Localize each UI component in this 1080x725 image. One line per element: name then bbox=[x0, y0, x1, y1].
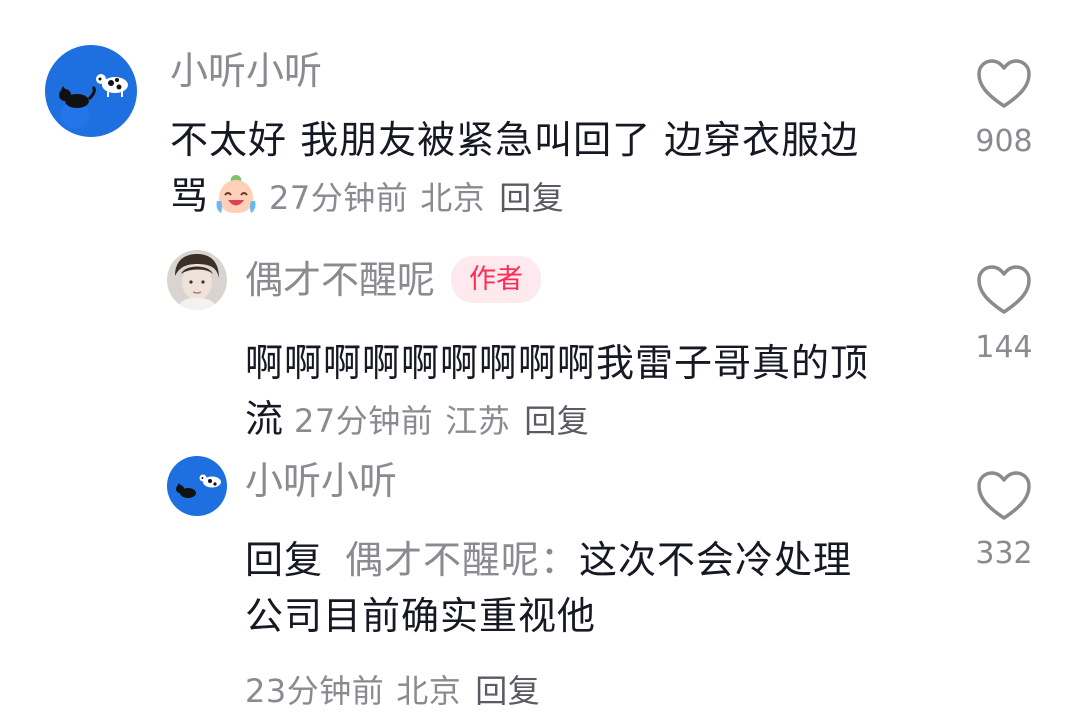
like-count: 908 bbox=[975, 124, 1033, 159]
comment-text: 回复 偶才不醒呢：这次不会冷处理 公司目前确实重视他 bbox=[245, 538, 853, 638]
reply-button[interactable]: 回复 bbox=[475, 672, 540, 710]
avatar-cat-cow-image bbox=[167, 456, 227, 516]
avatar[interactable] bbox=[167, 456, 227, 516]
reply-target-username[interactable]: 偶才不醒呢： bbox=[345, 538, 579, 582]
author-badge: 作者 bbox=[451, 256, 542, 303]
like-count: 332 bbox=[975, 536, 1033, 571]
like-button[interactable]: 332 bbox=[974, 470, 1034, 571]
like-count: 144 bbox=[975, 330, 1033, 365]
like-button[interactable]: 144 bbox=[974, 264, 1034, 365]
comment-username[interactable]: 偶才不醒呢 作者 bbox=[245, 256, 945, 303]
comment-username[interactable]: 小听小听 bbox=[170, 52, 950, 90]
heart-outline-icon bbox=[977, 265, 1031, 314]
comment-meta: 23分钟前 北京 回复 bbox=[245, 672, 541, 710]
avatar[interactable] bbox=[45, 45, 137, 137]
avatar-person-image bbox=[167, 250, 227, 310]
avatar[interactable] bbox=[167, 250, 227, 310]
like-button[interactable]: 908 bbox=[974, 58, 1034, 159]
avatar-cat-cow-image bbox=[45, 45, 137, 137]
heart-outline-icon bbox=[977, 59, 1031, 108]
crying-laughing-emoji-icon bbox=[213, 171, 259, 217]
comment-text: 啊啊啊啊啊啊啊啊啊我雷子哥真的顶 流 27分钟前 江苏 回复 bbox=[245, 341, 870, 441]
comment-text: 不太好 我朋友被紧急叫回了 边穿衣服边 骂 27分钟前 北京 回复 bbox=[170, 118, 860, 218]
reply-button[interactable]: 回复 bbox=[524, 402, 589, 440]
heart-outline-icon bbox=[977, 471, 1031, 520]
comment-username[interactable]: 小听小听 bbox=[245, 462, 945, 500]
reply-button[interactable]: 回复 bbox=[499, 179, 564, 217]
